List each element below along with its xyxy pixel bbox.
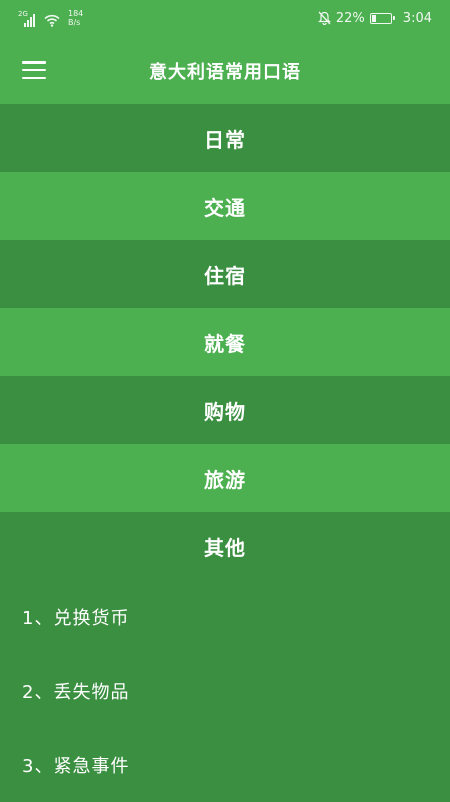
speed-value: 184: [68, 9, 84, 18]
clock: 3:04: [402, 10, 432, 26]
list-item-currency-exchange[interactable]: 1、兑换货币: [0, 580, 450, 654]
wifi-icon: [44, 14, 60, 27]
list-item-lost-items[interactable]: 2、丢失物品: [0, 654, 450, 728]
speed-unit: B/s: [68, 18, 81, 27]
list-item-emergency[interactable]: 3、紧急事件: [0, 728, 450, 802]
category-item-travel[interactable]: 旅游: [0, 444, 450, 512]
category-item-other[interactable]: 其他: [0, 512, 450, 580]
status-left: 2G 184 B/s: [18, 7, 83, 27]
category-item-lodging[interactable]: 住宿: [0, 240, 450, 308]
cell-signal-icon: 2G: [18, 11, 38, 27]
category-list: 日常 交通 住宿 就餐 购物 旅游 其他: [0, 104, 450, 580]
network-speed: 184 B/s: [68, 9, 83, 27]
category-item-transport[interactable]: 交通: [0, 172, 450, 240]
battery-icon: [369, 12, 395, 24]
app-bar: 意大利语常用口语: [0, 36, 450, 104]
category-item-daily[interactable]: 日常: [0, 104, 450, 172]
status-right: 22% 3:04: [317, 8, 432, 28]
category-item-dining[interactable]: 就餐: [0, 308, 450, 376]
bell-muted-icon: [317, 11, 331, 25]
page-title: 意大利语常用口语: [149, 62, 301, 83]
sub-item-list: 1、兑换货币 2、丢失物品 3、紧急事件: [0, 580, 450, 802]
category-item-shopping[interactable]: 购物: [0, 376, 450, 444]
battery-percent: 22%: [335, 10, 365, 26]
status-bar: 2G 184 B/s 22% 3:04: [0, 0, 450, 36]
